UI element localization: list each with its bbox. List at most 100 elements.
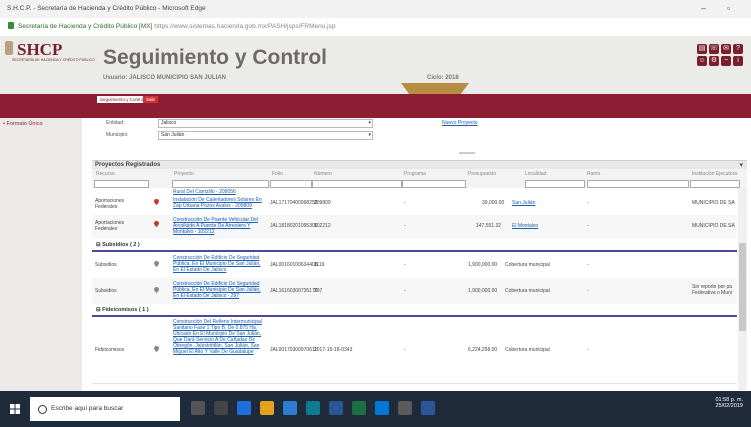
filter-folio-input[interactable] (270, 180, 312, 188)
task-view-icon[interactable] (214, 401, 228, 415)
logout-button[interactable]: Salir (143, 96, 159, 103)
project-link[interactable]: Rural Del Carrizillo - 209056 (173, 189, 236, 195)
tab-seguimiento[interactable]: Seguimiento y Control (97, 96, 148, 103)
localidad-cell: Cobertura municipal (505, 347, 550, 353)
table-row[interactable]: Aportaciones Federales Instalación De Ca… (92, 196, 737, 216)
col-ramo[interactable]: Ramo (587, 171, 600, 177)
programa-cell: - (404, 262, 406, 268)
system-tray[interactable]: 01:58 p. m. 25/02/2019 (715, 397, 743, 409)
col-recurso[interactable]: Recurso (96, 171, 115, 177)
col-presupuesto[interactable]: Presupuesto (468, 171, 496, 177)
numero-cell: 102212 (314, 223, 331, 229)
info-icon[interactable]: i (733, 56, 743, 66)
map-pin-icon[interactable] (154, 346, 159, 352)
col-proyecto[interactable]: Proyecto (174, 171, 194, 177)
photos-icon[interactable] (398, 401, 412, 415)
sidebar-item-formato-unico[interactable]: • Formato Único (3, 121, 43, 127)
url-path: https://www.sistemas.hacienda.gob.mx/PAS… (154, 23, 336, 30)
address-bar[interactable]: Secretaría de Hacienda y Crédito Público… (0, 18, 751, 37)
recurso-cell: Aportaciones Federales (95, 198, 125, 210)
folio-cell: JAL18180201095306 (270, 223, 318, 229)
group-label: ⊟ Fideicomisos ( 1 ) (96, 307, 149, 313)
map-pin-icon[interactable] (154, 261, 159, 267)
table-row[interactable]: Subsidios Construcción De Edificio De Se… (92, 278, 737, 305)
institucion-cell: Sin reporte por pa Federativa o Muni (692, 284, 733, 296)
header-icon-group: ▤ ☏ ✉ ? ☺ ⚙ − i (697, 44, 747, 76)
edge-browser-icon[interactable] (237, 401, 251, 415)
recurso-cell: Aportaciones Federales (95, 220, 125, 232)
chrome-icon[interactable] (329, 401, 343, 415)
users-icon[interactable]: ☺ (697, 56, 707, 66)
settings-icon[interactable]: ⚙ (709, 56, 719, 66)
filter-programa-select[interactable] (402, 180, 466, 188)
table-row[interactable]: Subsidios Construcción De Edificio De Se… (92, 252, 737, 279)
ramo-cell: - (587, 262, 589, 268)
maximize-button[interactable]: ▫ (727, 3, 730, 13)
file-explorer-icon[interactable] (260, 401, 274, 415)
map-pin-icon[interactable] (154, 287, 159, 293)
map-pin-icon[interactable] (154, 199, 159, 205)
project-link[interactable]: Construcción De Edificio De Seguridad Pú… (173, 281, 268, 299)
filter-institucion-select[interactable] (690, 180, 740, 188)
print-icon[interactable]: ▤ (697, 44, 707, 54)
folio-cell: JAL16160300735176 (270, 288, 318, 294)
table-row[interactable]: Aportaciones Federales Construcción De P… (92, 215, 737, 240)
filter-recurso-select[interactable] (94, 180, 149, 188)
col-folio[interactable]: Folio (272, 171, 283, 177)
group-subsidios[interactable]: ⊟ Subsidios ( 2 ) (92, 239, 737, 252)
entidad-value: Jalisco (161, 120, 177, 126)
filter-numero-input[interactable] (312, 180, 402, 188)
institucion-cell: MUNICIPIO DE SA (692, 200, 735, 206)
folio-cell: JAL00170300970611 (270, 347, 318, 353)
filter-proyecto-input[interactable] (172, 180, 269, 188)
nuevo-proyecto-link[interactable]: Nuevo Proyecto (442, 120, 478, 126)
numero-cell: 2017-15-18-0343 (314, 347, 353, 353)
excel-icon[interactable] (352, 401, 366, 415)
col-programa[interactable]: Programa (404, 171, 426, 177)
recurso-cell: Subsidios (95, 288, 117, 294)
splitter-handle[interactable] (459, 152, 475, 154)
taskbar-search-box[interactable]: Escribe aquí para buscar (30, 397, 180, 421)
col-numero[interactable]: Número (314, 171, 332, 177)
localidad-link[interactable]: San Julián (512, 200, 535, 206)
filter-ramo-select[interactable] (587, 180, 689, 188)
project-link[interactable]: Construcción De Edificio De Seguridad Pú… (173, 255, 268, 273)
presupuesto-cell: 1,900,000.00 (468, 288, 498, 294)
help-icon[interactable]: ? (733, 44, 743, 54)
project-link[interactable]: Construcción Del Relleno Intermunicipal … (173, 319, 268, 355)
col-institucion[interactable]: Institución Ejecutora (692, 171, 737, 177)
municipio-select[interactable]: San Julián ▾ (158, 131, 373, 140)
outlook-icon[interactable] (375, 401, 389, 415)
filter-localidad-input[interactable] (525, 180, 585, 188)
mail-icon[interactable]: ✉ (721, 44, 731, 54)
mail-app-icon[interactable] (306, 401, 320, 415)
entidad-select[interactable]: Jalisco ▾ (158, 119, 373, 128)
localidad-cell: Cobertura municipal (505, 288, 550, 294)
lock-icon (8, 22, 14, 29)
numero-cell: 297 (314, 288, 323, 294)
taskbar: Escribe aquí para buscar 01:58 p. m. 25/… (0, 391, 751, 427)
group-subsidios-text: Subsidios ( 2 ) (102, 242, 140, 248)
vertical-scrollbar[interactable] (738, 188, 747, 390)
scrollbar-thumb[interactable] (739, 243, 746, 331)
group-fideicomisos[interactable]: ⊟ Fideicomisos ( 1 ) (92, 304, 737, 317)
phone-icon[interactable]: ☏ (709, 44, 719, 54)
minus-icon[interactable]: − (721, 56, 731, 66)
collapse-icon[interactable]: ▾ (739, 161, 743, 169)
institucion-cell: MUNICIPIO DE SA (692, 223, 735, 229)
minimize-button[interactable]: – (701, 3, 706, 13)
project-link[interactable]: Instalación De Calentadores Solares En Z… (173, 197, 268, 209)
map-pin-icon[interactable] (154, 221, 159, 227)
project-link[interactable]: Construcción De Puente Vehicular Del Arc… (173, 217, 268, 235)
presupuesto-cell: 39,000.00 (482, 200, 505, 206)
windows-start-icon[interactable] (10, 404, 20, 414)
table-row[interactable]: Fideicomisos Construcción Del Relleno In… (92, 317, 737, 384)
clock-date: 25/02/2019 (715, 403, 743, 409)
url-text[interactable]: Secretaría de Hacienda y Crédito Público… (18, 23, 335, 30)
localidad-link[interactable]: El Montalvo (512, 223, 538, 229)
microphone-icon[interactable] (191, 401, 205, 415)
col-localidad[interactable]: Localidad (525, 171, 546, 177)
nav-band: Seguimiento y Control Salir (0, 94, 751, 118)
store-icon[interactable] (283, 401, 297, 415)
word-icon[interactable] (421, 401, 435, 415)
